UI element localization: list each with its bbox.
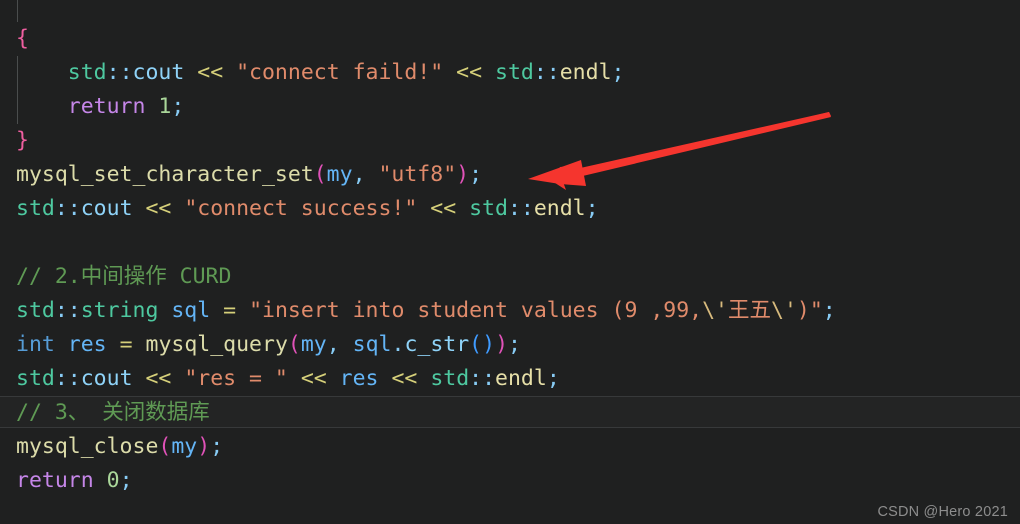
token-scope-op-7: :: (469, 366, 496, 391)
token-cout-2: cout (80, 196, 133, 221)
token-var-sql: sql (171, 298, 211, 323)
token-stream-op-4: << (430, 196, 457, 221)
token-assign-op-2: = (119, 332, 133, 357)
token-semicolon: ; (611, 60, 625, 85)
code-line-12[interactable]: std::cout << "res = " << res << std::end… (0, 362, 1020, 396)
code-line-8[interactable] (0, 226, 1020, 260)
token-scope-op-5: :: (54, 298, 81, 323)
token-semicolon-3: ; (469, 162, 483, 187)
token-fn-mysql-query: mysql_query (145, 332, 288, 357)
token-stream-op-2: << (456, 60, 483, 85)
code-line-2[interactable]: { (0, 22, 1020, 56)
token-std-6: std (16, 366, 55, 391)
token-fn-mysql-close: mysql_close (16, 434, 159, 459)
token-string-res-eq: "res = " (184, 366, 288, 391)
token-scope-op-6: :: (54, 366, 81, 391)
token-std-5: std (16, 298, 55, 323)
token-var-sql-2: sql (352, 332, 392, 357)
token-string-connect-faild: "connect faild!" (236, 60, 444, 85)
token-semicolon-4: ; (585, 196, 599, 221)
token-comma-2: , (326, 332, 340, 357)
token-scope-op-3: :: (54, 196, 81, 221)
token-stream-op-3: << (145, 196, 172, 221)
token-std-4: std (469, 196, 508, 221)
token-std-7: std (430, 366, 470, 391)
token-brace-close: } (16, 128, 29, 153)
token-var-my: my (326, 162, 353, 187)
csdn-watermark: CSDN @Hero 2021 (877, 504, 1008, 520)
token-endl-3: endl (495, 366, 547, 391)
token-paren-open-2: ( (287, 332, 301, 357)
token-sql-name: 王五 (728, 298, 772, 323)
token-std-2: std (495, 60, 534, 85)
token-stream-op: << (197, 60, 224, 85)
token-stream-op-5: << (145, 366, 172, 391)
code-line-3[interactable]: std::cout << "connect faild!" << std::en… (0, 56, 1020, 90)
token-paren-close-4: ) (197, 434, 211, 459)
token-comment-curd: // 2.中间操作 CURD (16, 264, 232, 289)
token-return-2: return (16, 468, 94, 493)
token-assign-op: = (223, 298, 237, 323)
code-line-14[interactable]: mysql_close(my); (0, 430, 1020, 464)
code-line-9[interactable]: // 2.中间操作 CURD (0, 260, 1020, 294)
code-line-10[interactable]: std::string sql = "insert into student v… (0, 294, 1020, 328)
token-var-res: res (67, 332, 107, 357)
token-sql-string-tail: )" (796, 298, 823, 323)
token-fn-c-str: c_str (404, 332, 470, 357)
code-line-4[interactable]: return 1; (0, 90, 1020, 124)
token-type-int: int (16, 332, 55, 357)
token-string-connect-success: "connect success!" (184, 196, 418, 221)
token-number-zero: 0 (106, 468, 120, 493)
token-semicolon-6: ; (508, 332, 521, 357)
token-scope-op: :: (106, 60, 133, 85)
code-line-6[interactable]: mysql_set_character_set(my, "utf8"); (0, 158, 1020, 192)
token-paren-close: ) (456, 162, 470, 187)
token-return: return (67, 94, 146, 119)
code-content[interactable]: { std::cout << "connect faild!" << std::… (0, 0, 1020, 524)
token-scope-op-4: :: (507, 196, 534, 221)
token-var-res-2: res (339, 366, 379, 391)
code-line-13-active[interactable]: // 3、 关闭数据库 (0, 396, 1020, 428)
token-semicolon-7: ; (546, 366, 560, 391)
token-cout-3: cout (80, 366, 133, 391)
code-line-15[interactable]: return 0; (0, 464, 1020, 498)
token-semicolon-9: ; (119, 468, 133, 493)
token-type-string: string (80, 298, 159, 323)
token-stream-op-7: << (391, 366, 418, 391)
code-line-5[interactable]: } (0, 124, 1020, 158)
token-std: std (67, 60, 107, 85)
code-line-11[interactable]: int res = mysql_query(my, sql.c_str()); (0, 328, 1020, 362)
token-paren-open-3: ( (469, 332, 483, 357)
code-editor-screenshot: { std::cout << "connect faild!" << std::… (0, 0, 1020, 524)
token-dot: . (391, 332, 405, 357)
token-comma: , (352, 162, 366, 187)
token-endl: endl (559, 60, 612, 85)
token-semicolon-2: ; (171, 94, 185, 119)
token-number-one: 1 (158, 94, 172, 119)
token-semicolon-5: ; (822, 298, 836, 323)
token-sql-escape-2: \' (771, 298, 797, 323)
token-var-my-3: my (171, 434, 198, 459)
token-semicolon-8: ; (210, 434, 224, 459)
token-string-utf8: "utf8" (378, 162, 457, 187)
token-sql-escape-1: \' (702, 298, 728, 323)
token-var-my-2: my (300, 332, 327, 357)
token-paren-close-3: ) (482, 332, 496, 357)
token-stream-op-6: << (300, 366, 327, 391)
code-line-7[interactable]: std::cout << "connect success!" << std::… (0, 192, 1020, 226)
indent-spacer-2 (16, 94, 68, 119)
token-sql-string-head: "insert into student values (9 ,99, (249, 298, 703, 323)
token-brace-open: { (16, 26, 29, 51)
token-scope-op-2: :: (533, 60, 560, 85)
token-comment-close-db: // 3、 关闭数据库 (16, 400, 210, 425)
token-paren-open-4: ( (158, 434, 172, 459)
token-paren-close-2: ) (495, 332, 509, 357)
token-paren-open: ( (313, 162, 327, 187)
token-std-3: std (16, 196, 55, 221)
token-cout: cout (132, 60, 185, 85)
token-fn-mysql-set-character-set: mysql_set_character_set (16, 162, 314, 187)
token-endl-2: endl (533, 196, 586, 221)
